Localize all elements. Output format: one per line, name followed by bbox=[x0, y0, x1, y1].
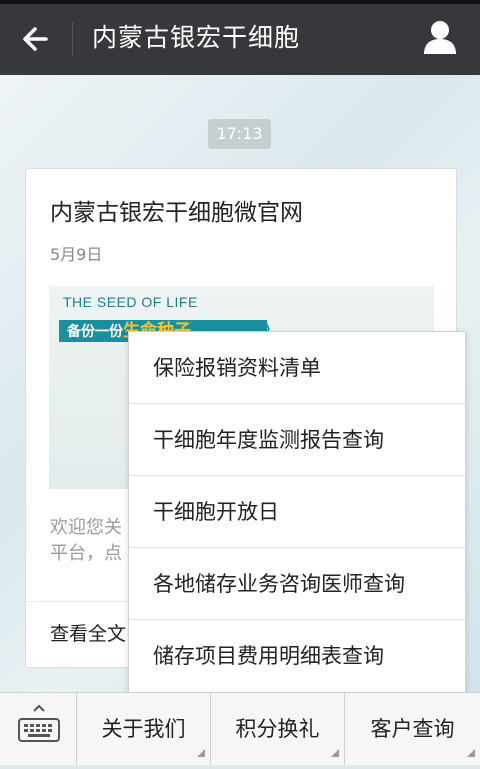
bottom-menu-bar: 关于我们 积分换礼 客户查询 bbox=[0, 692, 480, 765]
status-strip bbox=[0, 0, 480, 4]
tab-about-us-label: 关于我们 bbox=[101, 717, 186, 741]
tab-points-exchange-label: 积分换礼 bbox=[235, 717, 320, 741]
banner-strip-prefix: 备份一份 bbox=[67, 324, 123, 340]
article-title: 内蒙古银宏干细胞微官网 bbox=[50, 200, 303, 226]
page-title: 内蒙古银宏干细胞 bbox=[92, 23, 301, 52]
submenu-indicator-icon bbox=[331, 749, 339, 757]
submenu-popup: 保险报销资料清单 干细胞年度监测报告查询 干细胞开放日 各地储存业务咨询医师查询… bbox=[128, 331, 466, 693]
tab-customer-query[interactable]: 客户查询 bbox=[345, 693, 480, 765]
user-profile-icon bbox=[424, 21, 456, 54]
menu-item-fee-details[interactable]: 储存项目费用明细表查询 bbox=[129, 620, 465, 692]
keyboard-toggle-button[interactable] bbox=[0, 693, 77, 765]
message-timestamp: 17:13 bbox=[208, 119, 271, 149]
tab-points-exchange[interactable]: 积分换礼 bbox=[211, 693, 345, 765]
article-date: 5月9日 bbox=[50, 245, 103, 264]
submenu-indicator-icon bbox=[197, 749, 205, 757]
menu-item-doctor-lookup[interactable]: 各地储存业务咨询医师查询 bbox=[129, 548, 465, 620]
back-button[interactable] bbox=[18, 20, 58, 58]
keyboard-icon bbox=[18, 704, 60, 742]
tab-customer-query-label: 客户查询 bbox=[370, 717, 455, 741]
submenu-indicator-icon bbox=[467, 749, 475, 757]
profile-button[interactable] bbox=[422, 18, 458, 58]
header-bar: 内蒙古银宏干细胞 bbox=[0, 0, 480, 75]
tab-about-us[interactable]: 关于我们 bbox=[77, 693, 211, 765]
read-more-link[interactable]: 查看全文 bbox=[50, 619, 126, 646]
banner-tagline: THE SEED OF LIFE bbox=[63, 294, 198, 310]
menu-item-open-day[interactable]: 干细胞开放日 bbox=[129, 476, 465, 548]
back-arrow-icon bbox=[23, 27, 48, 51]
menu-item-annual-report[interactable]: 干细胞年度监测报告查询 bbox=[129, 404, 465, 476]
header-divider bbox=[72, 22, 73, 56]
menu-item-insurance-docs[interactable]: 保险报销资料清单 bbox=[129, 332, 465, 404]
